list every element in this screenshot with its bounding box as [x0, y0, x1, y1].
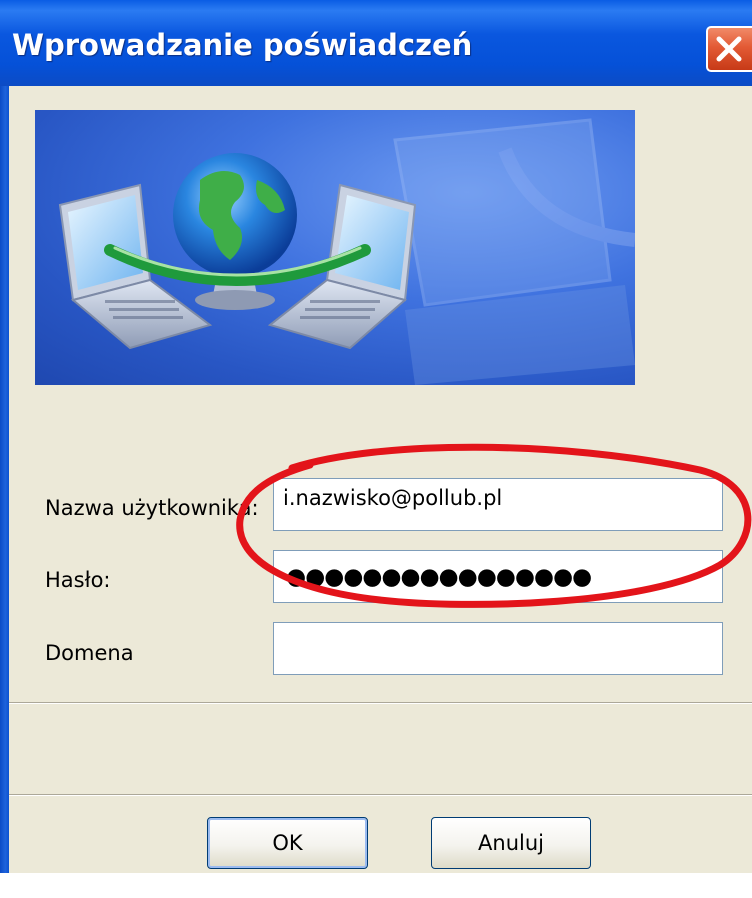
window-left-border	[0, 86, 9, 873]
close-button[interactable]	[706, 26, 752, 72]
password-label: Hasło:	[45, 568, 111, 592]
network-globe-laptops-illustration	[58, 118, 635, 385]
close-icon	[716, 36, 742, 62]
username-label: Nazwa użytkownika:	[45, 496, 259, 520]
domain-label: Domena	[45, 641, 134, 665]
domain-input[interactable]	[273, 622, 723, 675]
password-input[interactable]: ●●●●●●●●●●●●●●●●	[273, 550, 723, 603]
separator-bottom	[9, 794, 752, 796]
window-title: Wprowadzanie poświadczeń	[12, 28, 473, 62]
separator-top	[9, 702, 752, 704]
username-value: i.nazwisko@pollub.pl	[283, 486, 503, 510]
banner-image	[35, 110, 635, 385]
title-bar[interactable]: Wprowadzanie poświadczeń	[0, 0, 752, 86]
password-masked-value: ●●●●●●●●●●●●●●●●	[286, 564, 592, 590]
cancel-button[interactable]: Anuluj	[431, 817, 591, 869]
credentials-dialog: Wprowadzanie poświadczeń Nazwa użytkowni…	[0, 0, 752, 873]
username-input[interactable]: i.nazwisko@pollub.pl	[273, 478, 723, 531]
ok-button[interactable]: OK	[207, 817, 368, 869]
